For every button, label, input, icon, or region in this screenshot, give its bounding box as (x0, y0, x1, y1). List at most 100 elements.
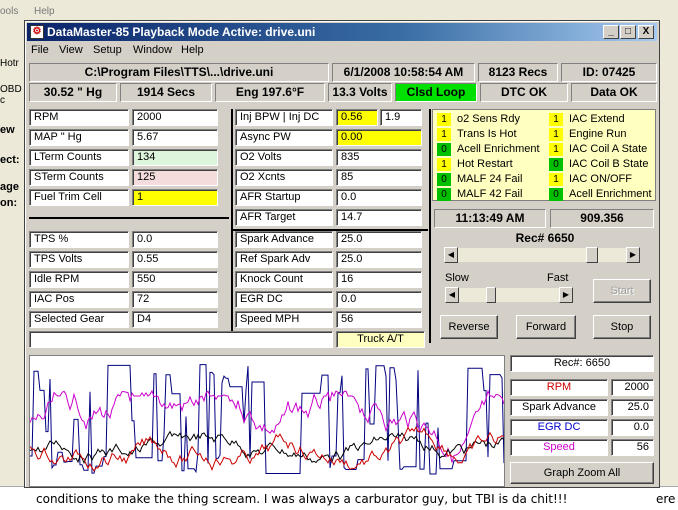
param-value: 0.0 (132, 231, 218, 248)
status-flag-label: IAC Coil B State (569, 158, 649, 170)
status-flag: 1 (437, 128, 451, 141)
data-status: Data OK (571, 83, 657, 102)
slider-left-arrow-icon[interactable]: ◀ (445, 287, 459, 303)
note-field[interactable] (29, 331, 333, 348)
speed-slider[interactable]: ◀ ▶ (445, 287, 573, 303)
param-value: 0.0 (336, 291, 422, 308)
param-value: 0.56 (336, 109, 378, 126)
status-flag: 0 (437, 173, 451, 186)
elapsed-seconds: 1914 Secs (120, 83, 212, 102)
background-fragment: ect: (0, 154, 20, 166)
param-value: 1 (132, 189, 218, 206)
param-label: Knock Count (235, 271, 333, 288)
background-right-panel (658, 20, 678, 490)
file-path: C:\Program Files\TTS\...\drive.uni (29, 63, 329, 82)
minimize-button[interactable]: _ (603, 25, 619, 39)
param-label: AFR Target (235, 209, 333, 226)
stop-button[interactable]: Stop (593, 315, 651, 339)
background-menu-help[interactable]: Help (34, 6, 55, 17)
maximize-button[interactable]: □ (620, 25, 636, 39)
record-count: 8123 Recs (478, 63, 558, 82)
param-value: 14.7 (336, 209, 422, 226)
background-fragment: ew (0, 124, 15, 136)
status-flag-label: o2 Sens Rdy (457, 113, 520, 125)
legend-series-value: 0.0 (611, 419, 654, 436)
menu-view[interactable]: View (59, 44, 83, 56)
param-value: 125 (132, 169, 218, 186)
status-flag: 1 (549, 128, 563, 141)
status-flag-label: Trans Is Hot (457, 128, 517, 140)
param-value: 0.0 (336, 189, 422, 206)
param-label: O2 Xcnts (235, 169, 333, 186)
param-label: Selected Gear (29, 311, 129, 328)
status-flag: 0 (549, 188, 563, 201)
param-value: 0.55 (132, 251, 218, 268)
ecu-id: ID: 07425 (561, 63, 657, 82)
truck-type: Truck A/T (336, 331, 425, 348)
desktop: ools Help Hotr OBD c ew ect: age on: con… (0, 0, 678, 510)
forward-button[interactable]: Forward (516, 315, 576, 339)
speed-slider-track[interactable] (459, 288, 559, 302)
legend-series-value: 25.0 (611, 399, 654, 416)
legend-series-name: Speed (510, 439, 608, 456)
record-slider[interactable]: ◀ ▶ (444, 247, 640, 263)
column-divider (231, 109, 233, 343)
param-value: 835 (336, 149, 422, 166)
param-value: 25.0 (336, 251, 422, 268)
window-title: DataMaster-85 Playback Mode Active: driv… (47, 25, 316, 39)
param-value-secondary: 1.9 (380, 109, 422, 126)
slider-right-arrow-icon[interactable]: ▶ (559, 287, 573, 303)
battery-volts: 13.3 Volts (328, 83, 392, 102)
param-label: Speed MPH (235, 311, 333, 328)
menu-help[interactable]: Help (181, 44, 204, 56)
title-bar[interactable]: ⚙ DataMaster-85 Playback Mode Active: dr… (27, 23, 657, 41)
status-flag-label: MALF 42 Fail (457, 188, 523, 200)
section-divider (29, 217, 229, 219)
legend-series-name: Spark Advance (510, 399, 608, 416)
reverse-button[interactable]: Reverse (440, 315, 498, 339)
close-button[interactable]: X (638, 25, 654, 39)
status-flag: 0 (549, 158, 563, 171)
background-menubar: ools Help (0, 0, 678, 20)
status-flag: 1 (437, 158, 451, 171)
slider-left-arrow-icon[interactable]: ◀ (444, 247, 458, 263)
param-value: 72 (132, 291, 218, 308)
param-value: 550 (132, 271, 218, 288)
graph-record: Rec#: 6650 (510, 355, 654, 372)
status-flag-label: IAC Extend (569, 113, 625, 125)
engine-temp: Eng 197.6°F (215, 83, 325, 102)
speed-slider-thumb[interactable] (486, 287, 496, 303)
slider-right-arrow-icon[interactable]: ▶ (626, 247, 640, 263)
param-label: STerm Counts (29, 169, 129, 186)
param-label: AFR Startup (235, 189, 333, 206)
param-label: Inj BPW | Inj DC (235, 109, 333, 126)
param-label: Fuel Trim Cell (29, 189, 129, 206)
graph-zoom-all-button[interactable]: Graph Zoom All (510, 462, 654, 484)
background-post-text-right: ere (656, 492, 676, 506)
speed-slow-label: Slow (445, 272, 469, 284)
record-slider-track[interactable] (458, 248, 626, 262)
record-slider-thumb[interactable] (585, 247, 598, 263)
log-datetime: 6/1/2008 10:58:54 AM (332, 63, 475, 82)
menu-window[interactable]: Window (133, 44, 172, 56)
speed-fast-label: Fast (547, 272, 569, 284)
param-label: Spark Advance (235, 231, 333, 248)
background-fragment: OBD c (0, 84, 22, 106)
menu-file[interactable]: File (31, 44, 49, 56)
param-label: Idle RPM (29, 271, 129, 288)
status-indicators-panel: 1 o2 Sens Rdy 1 Trans Is Hot 0 Acell Enrichme… (432, 109, 656, 201)
menu-setup[interactable]: Setup (93, 44, 122, 56)
param-label: MAP " Hg (29, 129, 129, 146)
param-label: TPS Volts (29, 251, 129, 268)
status-flag-label: Acell Enrichment (457, 143, 540, 155)
background-left-panel: Hotr OBD c ew ect: age on: (0, 20, 26, 490)
start-button[interactable]: Start (593, 279, 651, 303)
playback-time: 11:13:49 AM (434, 209, 546, 228)
legend-series-value: 56 (611, 439, 654, 456)
param-value: 56 (336, 311, 422, 328)
background-menu-tools[interactable]: ools (0, 6, 18, 17)
status-flag-label: IAC Coil A State (569, 143, 648, 155)
param-label: LTerm Counts (29, 149, 129, 166)
data-graph[interactable] (29, 355, 505, 487)
status-flag: 0 (437, 188, 451, 201)
